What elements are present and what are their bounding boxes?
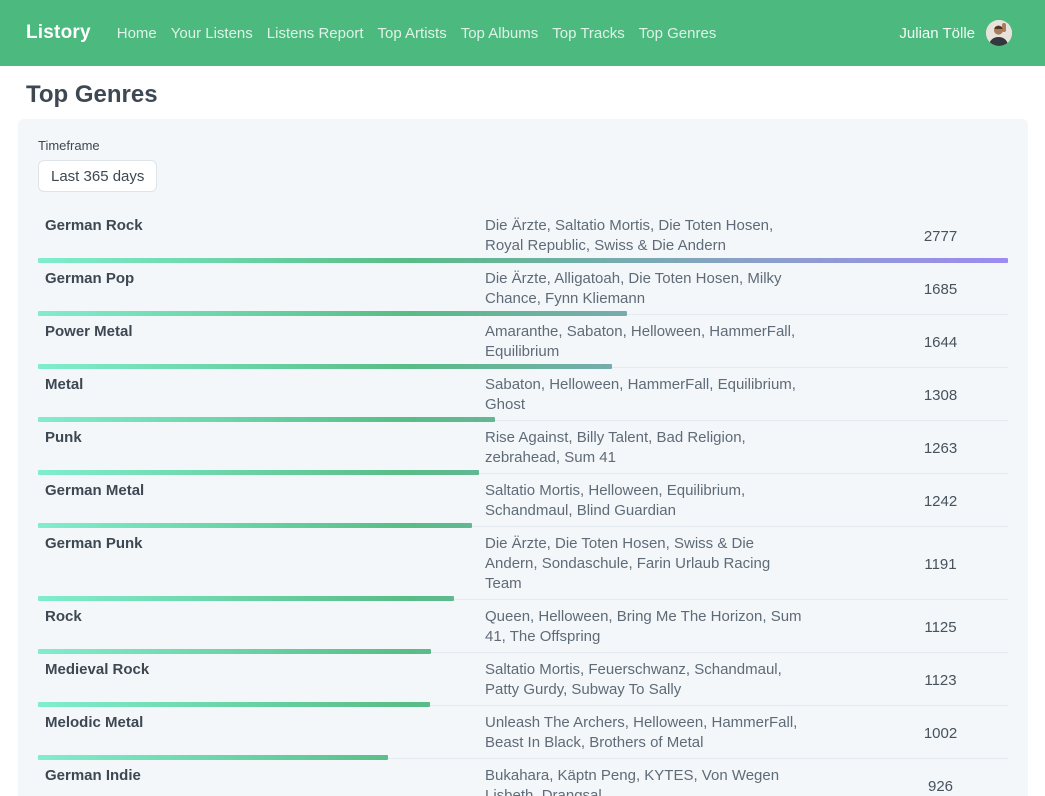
genre-count: 1125 [873, 619, 1008, 636]
genre-bar-fill [38, 364, 612, 369]
timeframe-label: Timeframe [38, 138, 1008, 153]
genre-count: 1308 [873, 387, 1008, 404]
genre-count: 1644 [873, 334, 1008, 351]
genre-name: Power Metal [38, 322, 485, 342]
genre-count: 1123 [873, 672, 1008, 689]
avatar-photo-icon [986, 20, 1012, 46]
genre-artists: Unleash The Archers, Helloween, HammerFa… [485, 713, 807, 753]
genre-row-spacer [807, 216, 873, 256]
nav-links: Home Your Listens Listens Report Top Artist… [117, 25, 717, 42]
genre-bar-track [38, 417, 1008, 422]
nav-link-top-artists[interactable]: Top Artists [378, 25, 447, 42]
genre-name: Rock [38, 607, 485, 627]
genre-count: 1685 [873, 281, 1008, 298]
genre-name: Metal [38, 375, 485, 395]
genre-row-spacer [807, 660, 873, 700]
genre-row: Punk Rise Against, Billy Talent, Bad Rel… [38, 422, 1008, 475]
genre-name: Medieval Rock [38, 660, 485, 680]
genre-row: German Rock Die Ärzte, Saltatio Mortis, … [38, 210, 1008, 263]
genre-row-spacer [807, 375, 873, 415]
nav-user: Julian Tölle [899, 20, 1012, 46]
genre-name: Melodic Metal [38, 713, 485, 733]
genre-bar-fill [38, 649, 431, 654]
genre-row-spacer [807, 269, 873, 309]
genre-row: Rock Queen, Helloween, Bring Me The Hori… [38, 601, 1008, 654]
nav-link-top-genres[interactable]: Top Genres [639, 25, 717, 42]
genre-row-spacer [807, 481, 873, 521]
genre-bar-track [38, 311, 1008, 316]
genre-artists: Saltatio Mortis, Feuerschwanz, Schandmau… [485, 660, 807, 700]
nav-link-top-albums[interactable]: Top Albums [461, 25, 539, 42]
nav-link-listens-report[interactable]: Listens Report [267, 25, 364, 42]
genre-row: Metal Sabaton, Helloween, HammerFall, Eq… [38, 369, 1008, 422]
nav-link-home[interactable]: Home [117, 25, 157, 42]
genre-count: 1263 [873, 440, 1008, 457]
genre-artists: Saltatio Mortis, Helloween, Equilibrium,… [485, 481, 807, 521]
genre-name: Punk [38, 428, 485, 448]
genre-row: German Punk Die Ärzte, Die Toten Hosen, … [38, 528, 1008, 601]
genre-count: 1242 [873, 493, 1008, 510]
genre-artists: Rise Against, Billy Talent, Bad Religion… [485, 428, 807, 468]
genre-artists: Amaranthe, Sabaton, Helloween, HammerFal… [485, 322, 807, 362]
genre-bar-track [38, 702, 1008, 707]
genre-bar-track [38, 258, 1008, 263]
genre-artists: Sabaton, Helloween, HammerFall, Equilibr… [485, 375, 807, 415]
genre-row: Melodic Metal Unleash The Archers, Hello… [38, 707, 1008, 760]
timeframe-select[interactable]: Last 365 days [38, 160, 157, 192]
genre-count: 1002 [873, 725, 1008, 742]
genre-count: 1191 [873, 556, 1008, 573]
nav-link-your-listens[interactable]: Your Listens [171, 25, 253, 42]
genre-row: German Pop Die Ärzte, Alligatoah, Die To… [38, 263, 1008, 316]
nav-link-top-tracks[interactable]: Top Tracks [552, 25, 625, 42]
genre-name: German Indie [38, 766, 485, 786]
genre-artists: Die Ärzte, Die Toten Hosen, Swiss & Die … [485, 534, 807, 594]
genre-row-spacer [807, 766, 873, 796]
user-name: Julian Tölle [899, 25, 975, 42]
genre-row-spacer [807, 713, 873, 753]
genre-bar-track [38, 364, 1008, 369]
main-content: Top Genres Timeframe Last 365 days Germa… [0, 82, 1045, 796]
genre-name: German Pop [38, 269, 485, 289]
genre-bar-fill [38, 523, 472, 528]
page-title: Top Genres [26, 82, 1045, 108]
genre-bar-fill [38, 596, 454, 601]
genre-artists: Bukahara, Käptn Peng, KYTES, Von Wegen L… [485, 766, 807, 796]
top-genres-card: Timeframe Last 365 days German Rock Die … [18, 119, 1028, 796]
genre-row: Medieval Rock Saltatio Mortis, Feuerschw… [38, 654, 1008, 707]
genre-bar-fill [38, 311, 627, 316]
genre-name: German Rock [38, 216, 485, 236]
genre-bar-track [38, 523, 1008, 528]
genre-row-spacer [807, 534, 873, 594]
genre-count: 926 [873, 778, 1008, 795]
genre-row: German Metal Saltatio Mortis, Helloween,… [38, 475, 1008, 528]
genre-name: German Metal [38, 481, 485, 501]
genre-bar-track [38, 755, 1008, 760]
genre-row: Power Metal Amaranthe, Sabaton, Hellowee… [38, 316, 1008, 369]
genre-row-spacer [807, 322, 873, 362]
genre-bar-fill [38, 417, 495, 422]
genre-bar-fill [38, 258, 1008, 263]
user-avatar[interactable] [986, 20, 1012, 46]
brand-logo[interactable]: Listory [26, 22, 91, 44]
genre-artists: Queen, Helloween, Bring Me The Horizon, … [485, 607, 807, 647]
genre-list: German Rock Die Ärzte, Saltatio Mortis, … [38, 210, 1008, 796]
genre-bar-fill [38, 470, 479, 475]
genre-bar-track [38, 596, 1008, 601]
genre-bar-fill [38, 702, 430, 707]
genre-artists: Die Ärzte, Alligatoah, Die Toten Hosen, … [485, 269, 807, 309]
genre-row-spacer [807, 428, 873, 468]
genre-bar-track [38, 470, 1008, 475]
genre-bar-fill [38, 755, 388, 760]
genre-artists: Die Ärzte, Saltatio Mortis, Die Toten Ho… [485, 216, 807, 256]
genre-name: German Punk [38, 534, 485, 554]
genre-row-spacer [807, 607, 873, 647]
timeframe-filter: Timeframe Last 365 days [38, 138, 1008, 192]
genre-count: 2777 [873, 228, 1008, 245]
genre-bar-track [38, 649, 1008, 654]
navbar: Listory Home Your Listens Listens Report To… [0, 0, 1045, 66]
genre-row: German Indie Bukahara, Käptn Peng, KYTES… [38, 760, 1008, 796]
